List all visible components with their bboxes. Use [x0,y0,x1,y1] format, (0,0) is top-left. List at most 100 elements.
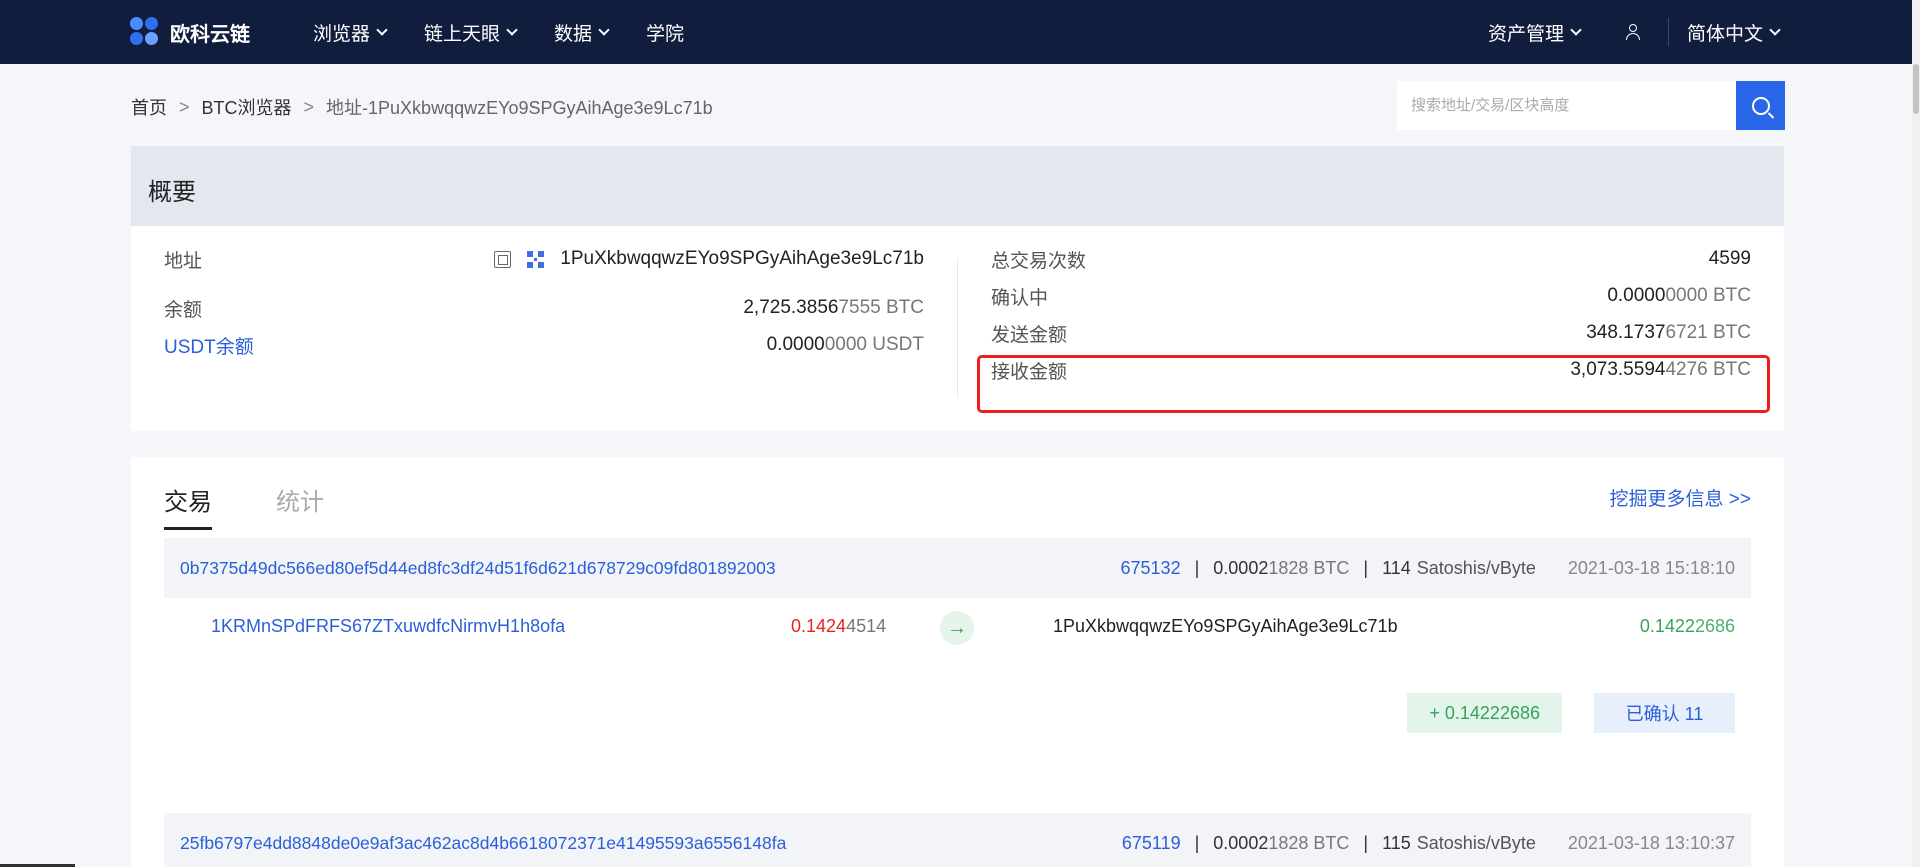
nav-onchain-eye-label: 链上天眼 [424,23,501,45]
address-label: 地址 [164,250,203,272]
balance-value-faded: 7555 BTC [838,297,924,318]
tx-count-value: 4599 [1708,248,1751,269]
address-value-group: 1PuXkbwqqwzEYo9SPGyAihAge3e9Lc71b [494,248,924,270]
tx-fee-rate: 114 [1382,557,1411,578]
balance-row: 余额 2,725.38567555 BTC [164,293,924,323]
tx-fee-rate-unit: Satoshis/vByte [1416,557,1536,578]
balance-value: 2,725.38567555 BTC [743,297,924,319]
search-icon [1751,96,1770,115]
tx-io-row: 1KRMnSPdFRFS67ZTxuwdfcNirmvH1h8ofa 0.142… [164,598,1751,658]
output-address: 1PuXkbwqqwzEYo9SPGyAihAge3e9Lc71b [1053,616,1398,636]
tx-fee: 0.00021828 BTC [1213,833,1349,854]
language-label: 简体中文 [1686,23,1763,45]
sent-value-faded: 6721 BTC [1665,322,1751,343]
meta-separator: | [1194,557,1200,578]
chevron-down-icon [1570,23,1582,36]
tx-time: 2021-03-18 15:18:10 [1567,557,1735,578]
tab-transactions[interactable]: 交易 [164,482,212,530]
tx-count-row: 总交易次数 4599 [991,244,1751,274]
input-amount-faded: 4514 [846,616,887,636]
asset-management-menu[interactable]: 资产管理 [1487,19,1582,46]
input-address-link[interactable]: 1KRMnSPdFRFS67ZTxuwdfcNirmvH1h8ofa [211,616,565,637]
confirmations-badge[interactable]: 已确认 11 [1594,693,1735,733]
net-change-badge: + 0.14222686 [1407,693,1562,733]
meta-separator: | [1194,832,1200,853]
tab-statistics[interactable]: 统计 [276,482,324,530]
tx-fee-faded: 1828 BTC [1268,832,1350,853]
language-selector[interactable]: 简体中文 [1686,19,1781,46]
overview-title: 概要 [148,179,196,206]
sent-row: 发送金额 348.17376721 BTC [991,318,1751,348]
transactions-panel: 交易 统计 挖掘更多信息 >> 0b7375d49dc566ed80ef5d44… [131,457,1784,867]
balance-value-strong: 2,725.3856 [743,297,839,318]
usdt-balance-row: USDT余额 0.00000000 USDT [164,330,924,360]
tx-fee-strong: 0.0002 [1213,832,1269,853]
asset-management-label: 资产管理 [1487,23,1564,45]
pending-label: 确认中 [991,287,1049,309]
tx-count-label: 总交易次数 [991,250,1087,272]
scrollbar-thumb[interactable] [1913,64,1919,114]
breadcrumb-home[interactable]: 首页 [131,94,167,120]
breadcrumb-separator: > [303,96,315,117]
page-scrollbar[interactable] [1912,0,1920,867]
nav-explorer-label: 浏览器 [313,23,371,45]
qr-code-icon[interactable] [527,250,545,268]
chevron-down-icon [1769,23,1781,36]
tx-header: 0b7375d49dc566ed80ef5d44ed8fc3df24d51f6d… [164,538,1751,598]
breadcrumb-current: 地址-1PuXkbwqqwzEYo9SPGyAihAge3e9Lc71b [326,98,713,118]
more-info-link[interactable]: 挖掘更多信息 >> [1610,484,1751,511]
tx-fee-faded: 1828 BTC [1268,557,1350,578]
tx-fee-rate-unit: Satoshis/vByte [1416,832,1536,853]
address-row: 地址 1PuXkbwqqwzEYo9SPGyAihAge3e9Lc71b [164,244,924,274]
search-box [1397,81,1785,130]
search-input[interactable] [1397,81,1736,130]
tx-hash-link[interactable]: 0b7375d49dc566ed80ef5d44ed8fc3df24d51f6d… [180,558,776,579]
tx-summary-row: + 0.14222686 已确认 11 [164,693,1751,733]
breadcrumb-explorer[interactable]: BTC浏览器 [202,94,292,120]
tx-fee-strong: 0.0002 [1213,557,1269,578]
nav-academy-label: 学院 [646,23,685,45]
chevron-down-icon [376,23,388,36]
nav-divider [1667,18,1669,46]
output-amount-strong: 0.1422 [1639,616,1695,636]
address-value: 1PuXkbwqqwzEYo9SPGyAihAge3e9Lc71b [560,248,924,269]
tx-fee: 0.00021828 BTC [1213,558,1349,579]
usdt-value-faded: 0000 USDT [824,334,924,355]
balance-label: 余额 [164,299,203,321]
breadcrumb: 首页 > BTC浏览器 > 地址-1PuXkbwqqwzEYo9SPGyAihA… [131,94,713,120]
user-icon[interactable] [1624,23,1642,41]
pending-value-faded: 0000 BTC [1665,285,1751,306]
nav-onchain-eye[interactable]: 链上天眼 [424,19,518,46]
chevron-down-icon [598,23,610,36]
tx-block-link[interactable]: 675132 [1121,558,1181,579]
meta-separator: | [1363,557,1369,578]
logo-mark-icon [130,17,162,47]
input-amount: 0.14244514 [791,616,886,637]
arrow-right-icon: → [940,611,974,645]
input-amount-red: 0.1424 [791,616,847,636]
sent-value: 348.17376721 BTC [1586,322,1751,344]
nav-data[interactable]: 数据 [554,19,610,46]
overview-header: 概要 [131,146,1784,226]
nav-data-label: 数据 [554,23,593,45]
tx-block-link[interactable]: 675119 [1122,833,1181,854]
pending-value: 0.00000000 BTC [1607,285,1751,307]
top-navbar: 欧科云链 浏览器 链上天眼 数据 学院 资产管理 简体中文 [0,0,1920,64]
tx-meta: 675132 | 0.00021828 BTC | 114 Satoshis/v… [1121,558,1735,579]
nav-explorer[interactable]: 浏览器 [313,19,388,46]
pending-row: 确认中 0.00000000 BTC [991,281,1751,311]
nav-academy[interactable]: 学院 [646,19,684,46]
breadcrumb-separator: > [179,96,190,117]
tx-hash-link[interactable]: 25fb6797e4dd8848de0e9af3ac462ac8d4b66180… [180,833,786,854]
meta-separator: | [1363,832,1369,853]
output-amount-faded: 2686 [1694,616,1735,636]
chevron-down-icon [506,23,518,36]
sent-value-strong: 348.1737 [1586,322,1666,343]
tx-fee-rate: 115 [1382,832,1411,853]
search-button[interactable] [1736,81,1785,130]
logo[interactable]: 欧科云链 [130,16,250,48]
output-amount: 0.14222686 [1640,616,1735,637]
usdt-balance-link[interactable]: USDT余额 [164,332,254,359]
copy-icon[interactable] [494,250,512,268]
logo-text: 欧科云链 [170,23,250,46]
